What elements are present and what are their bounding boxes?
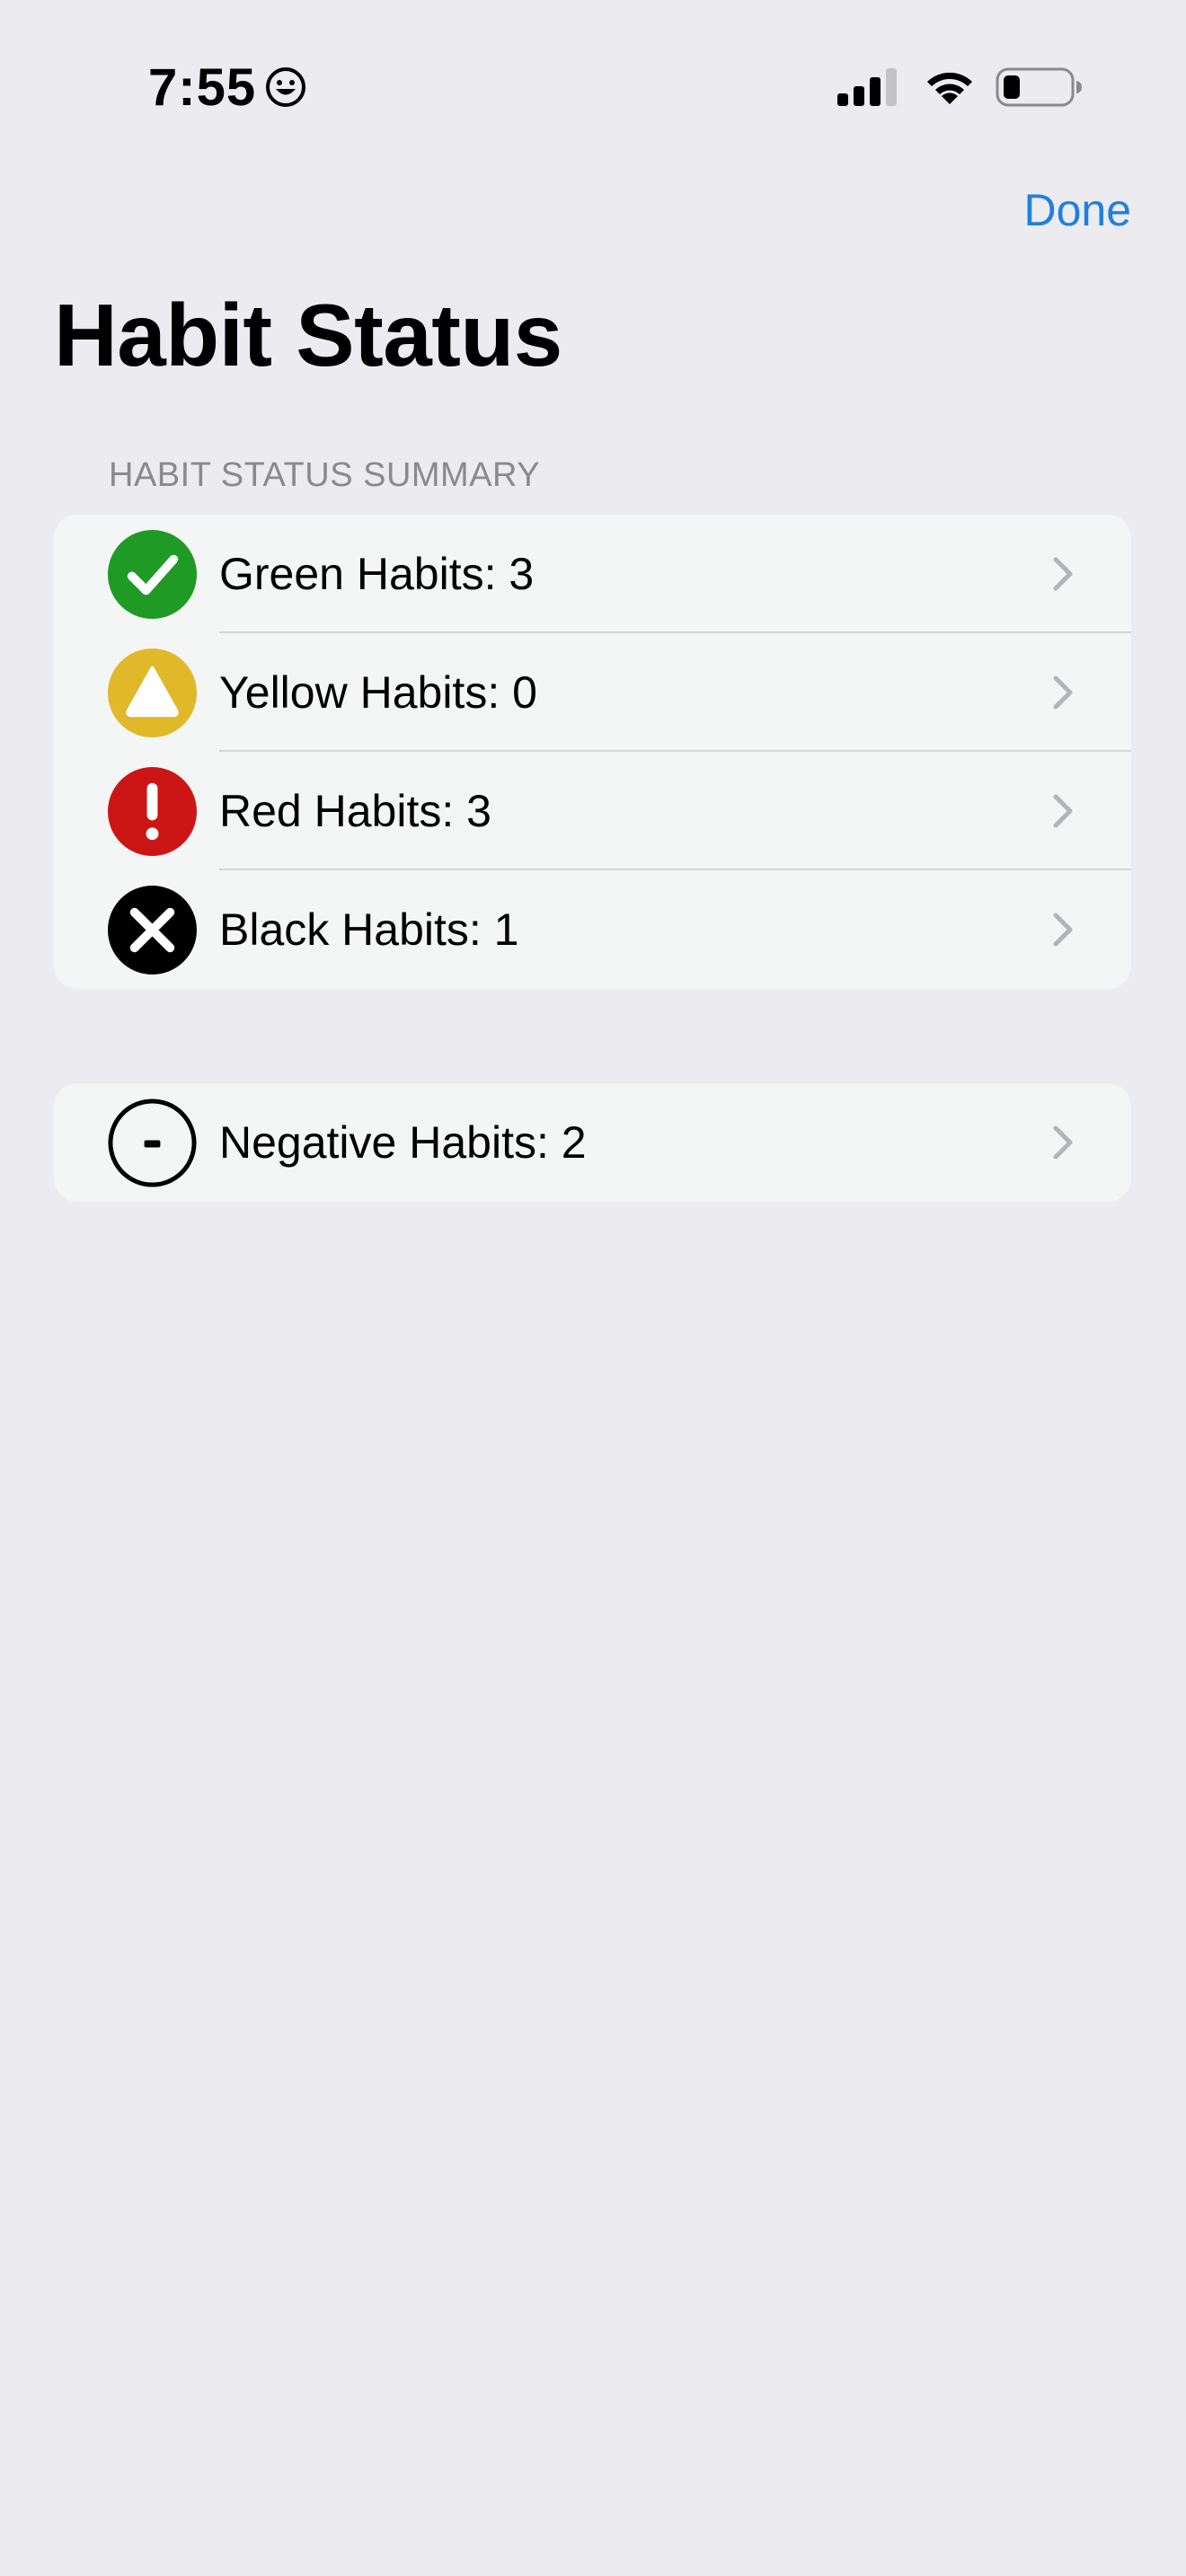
list-item-label: Negative Habits: 2 — [219, 1117, 587, 1168]
done-button[interactable]: Done — [1023, 184, 1131, 236]
status-bar: 7:55 — [0, 0, 1186, 171]
list-item-label: Yellow Habits: 0 — [219, 667, 537, 718]
status-time-group: 7:55 — [148, 56, 306, 119]
list-item-label: Green Habits: 3 — [219, 549, 535, 599]
black-x-icon — [108, 886, 197, 975]
list-item-green-habits[interactable]: Green Habits: 3 — [54, 515, 1131, 633]
habit-status-summary-list: Green Habits: 3 Yellow Habits: 0 Red Hab… — [54, 515, 1131, 989]
wifi-icon — [927, 72, 972, 104]
cellular-signal-icon — [837, 68, 897, 106]
chevron-right-icon — [1053, 794, 1073, 828]
status-time: 7:55 — [148, 57, 257, 117]
list-item-negative-habits[interactable]: Negative Habits: 2 — [54, 1083, 1131, 1202]
yellow-triangle-icon — [108, 648, 197, 737]
battery-icon — [996, 67, 1082, 107]
chevron-right-icon — [1053, 913, 1073, 947]
list-item-label: Black Habits: 1 — [219, 904, 519, 955]
negative-habits-list: Negative Habits: 2 — [54, 1083, 1131, 1202]
status-indicators — [836, 65, 1084, 110]
list-item-red-habits[interactable]: Red Habits: 3 — [54, 752, 1131, 870]
list-item-yellow-habits[interactable]: Yellow Habits: 0 — [54, 633, 1131, 752]
chevron-right-icon — [1053, 675, 1073, 710]
green-check-icon — [108, 530, 197, 619]
page-title: Habit Status — [54, 286, 562, 384]
list-item-black-habits[interactable]: Black Habits: 1 — [54, 870, 1131, 989]
smiley-face-icon — [266, 67, 306, 107]
red-exclamation-icon — [108, 767, 197, 856]
chevron-right-icon — [1053, 1125, 1073, 1160]
chevron-right-icon — [1053, 557, 1073, 591]
section-header-habit-status-summary: HABIT STATUS SUMMARY — [109, 456, 541, 494]
list-item-label: Red Habits: 3 — [219, 786, 491, 836]
negative-minus-icon — [108, 1098, 197, 1187]
